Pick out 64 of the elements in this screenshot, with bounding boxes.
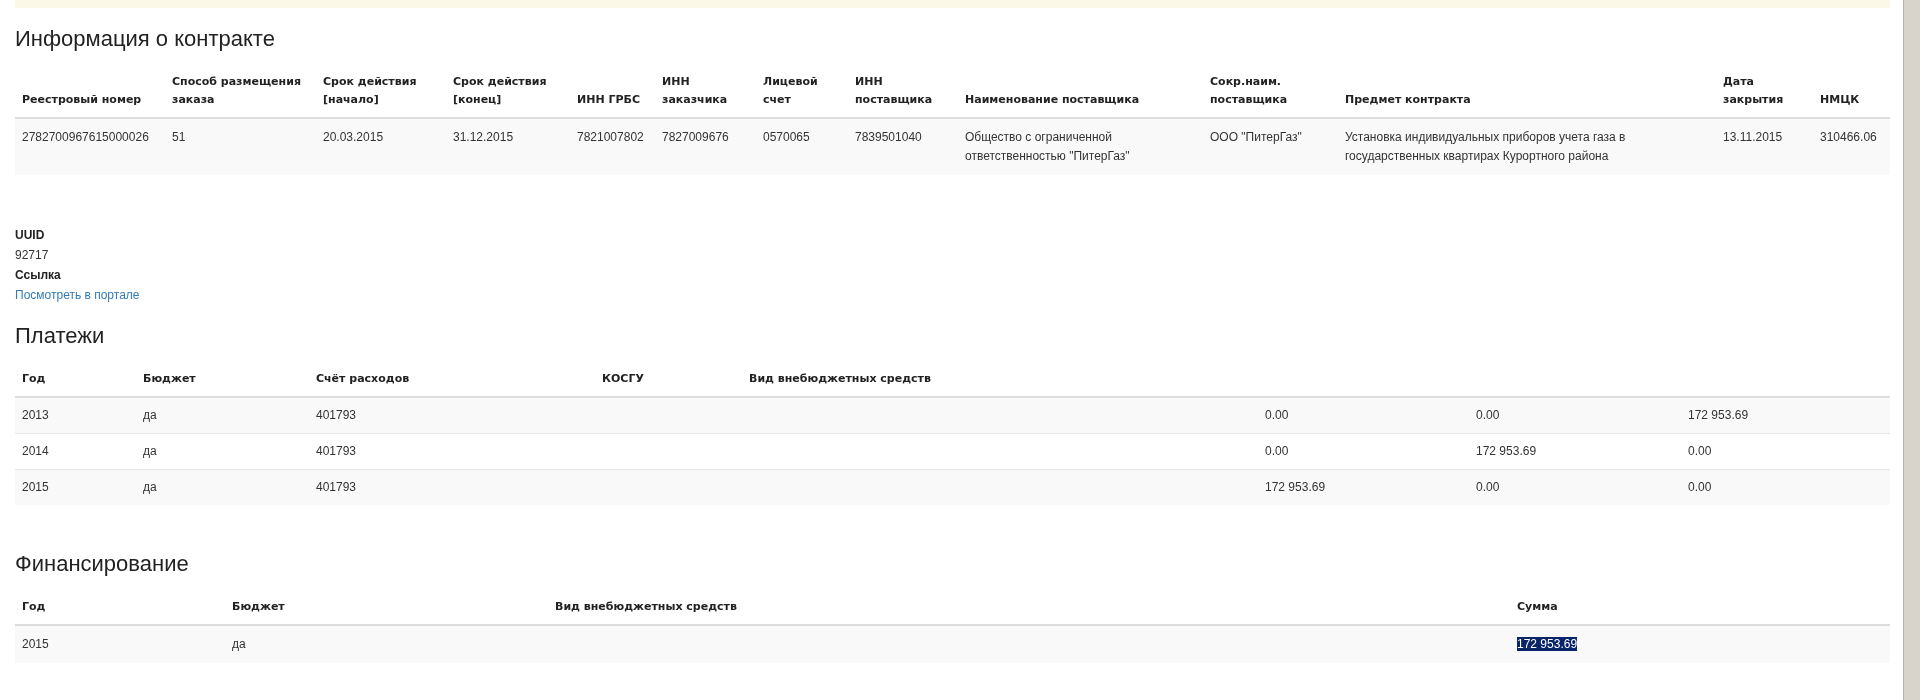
table-cell: 172 953.69	[1517, 637, 1578, 651]
table-cell: 401793	[316, 408, 357, 422]
table-cell: Установка индивидуальных приборов учета газа в государственных квартирах Курортного района	[1345, 130, 1626, 163]
table-cell: 7827009676	[662, 130, 729, 144]
table-cell: 401793	[316, 444, 357, 458]
table-cell: 0570065	[763, 130, 810, 144]
table-cell: Общество с ограниченной ответственностью "ПитерГаз"	[965, 130, 1130, 163]
table-cell: 20.03.2015	[323, 130, 384, 144]
table-cell: 0.00	[1265, 408, 1289, 422]
column-header: Вид внебюджетных средств	[555, 600, 737, 613]
section-heading: Платежи	[15, 323, 106, 349]
column-header: Лицевой счет	[763, 75, 818, 106]
column-header: Счёт расходов	[316, 372, 410, 385]
table-cell: 401793	[316, 480, 357, 494]
table-cell: 51	[172, 130, 186, 144]
table-cell: 172 953.69	[1688, 408, 1749, 422]
field-value: 92717	[15, 247, 49, 264]
table-cell: да	[143, 480, 157, 494]
table-cell: 2782700967615000026	[22, 130, 149, 144]
table-cell: 172 953.69	[1265, 480, 1326, 494]
table-cell: 7839501040	[855, 130, 922, 144]
table-cell: 13.11.2015	[1723, 130, 1783, 144]
column-header: Бюджет	[232, 600, 285, 613]
column-header: КОСГУ	[602, 372, 644, 385]
column-header: ИНН заказчика	[662, 75, 728, 106]
portal-link[interactable]: Посмотреть в портале	[15, 288, 140, 302]
column-header: НМЦК	[1820, 93, 1860, 106]
scrollbar[interactable]	[1903, 0, 1920, 700]
field-label: Ссылка	[15, 267, 61, 284]
table-cell: ООО "ПитерГаз"	[1210, 130, 1302, 144]
table-cell: 0.00	[1265, 444, 1289, 458]
column-header: Сокр.наим. поставщика	[1210, 75, 1288, 106]
table-cell: 2015	[22, 480, 49, 494]
section-heading: Финансирование	[15, 551, 190, 577]
table-cell: 2013	[22, 408, 49, 422]
table-cell: 0.00	[1476, 480, 1500, 494]
table-cell: 2014	[22, 444, 49, 458]
column-header: Сумма	[1517, 600, 1558, 613]
column-header: Срок действия [конец]	[453, 75, 547, 106]
table-cell: да	[143, 444, 157, 458]
table-cell: 0.00	[1688, 444, 1712, 458]
column-header: Наименование поставщика	[965, 93, 1140, 106]
table-cell: 7821007802	[577, 130, 644, 144]
column-header: Бюджет	[143, 372, 196, 385]
table-cell: 0.00	[1688, 480, 1712, 494]
column-header: Год	[22, 600, 46, 613]
section-heading: Информация о контракте	[15, 26, 276, 52]
table-cell: 172 953.69	[1476, 444, 1537, 458]
column-header: Предмет контракта	[1345, 93, 1471, 106]
column-header: Реестровый номер	[22, 93, 142, 106]
table-cell: да	[232, 637, 246, 651]
column-header: Срок действия [начало]	[323, 75, 417, 106]
field-label: UUID	[15, 227, 45, 244]
column-header: Год	[22, 372, 46, 385]
table-cell: да	[143, 408, 157, 422]
column-header: Дата закрытия	[1723, 75, 1784, 106]
table-cell: 2015	[22, 637, 49, 651]
table-cell: 310466.06	[1820, 130, 1877, 144]
column-header: ИНН ГРБС	[577, 93, 640, 106]
column-header: Вид внебюджетных средств	[749, 372, 931, 385]
table-cell: 31.12.2015	[453, 130, 514, 144]
column-header: ИНН поставщика	[855, 75, 933, 106]
column-header: Способ размещения заказа	[172, 75, 301, 106]
table-cell: 0.00	[1476, 408, 1500, 422]
